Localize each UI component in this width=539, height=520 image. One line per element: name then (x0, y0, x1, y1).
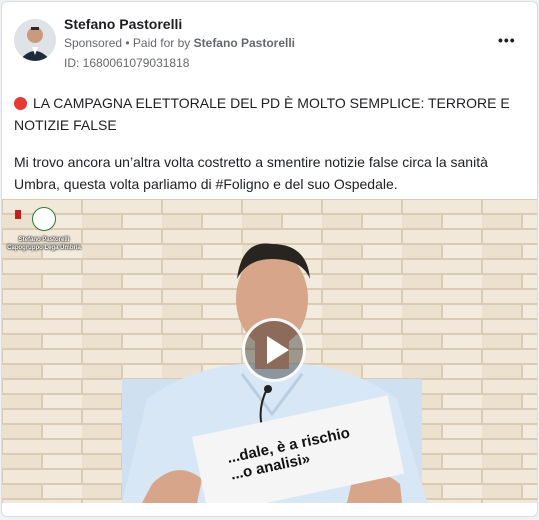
headline-text: LA CAMPAGNA ELETTORALE DEL PD È MOLTO SE… (14, 95, 510, 133)
ad-card: Stefano Pastorelli Sponsored • Paid for … (1, 1, 538, 517)
lega-logo-icon (32, 207, 56, 231)
avatar[interactable] (14, 19, 56, 61)
sponsored-line: Sponsored • Paid for by Stefano Pastorel… (64, 36, 295, 50)
ad-id: ID: 1680061079031818 (64, 56, 190, 70)
paid-for-prefix: • Paid for by (125, 36, 191, 50)
more-options-button[interactable]: ••• (498, 32, 516, 48)
red-circle-icon (14, 97, 27, 110)
watermark-name: Stefano Pastorelli (18, 237, 70, 243)
sponsored-label: Sponsored (64, 36, 123, 50)
video-watermark: Stefano Pastorelli Capogruppo Lega Umbri… (2, 207, 86, 252)
post-headline: LA CAMPAGNA ELETTORALE DEL PD È MOLTO SE… (14, 92, 514, 136)
regional-flag-icon (15, 210, 21, 219)
paid-for-name[interactable]: Stefano Pastorelli (194, 36, 295, 50)
video-player[interactable]: ...dale, è a rischio ...o analisi» Stefa… (2, 199, 537, 503)
watermark-role: Capogruppo Lega Umbria (7, 245, 81, 251)
play-button-icon[interactable] (242, 318, 306, 382)
post-body: Mi trovo ancora un’altra volta costretto… (14, 154, 488, 192)
author-name[interactable]: Stefano Pastorelli (64, 16, 182, 32)
